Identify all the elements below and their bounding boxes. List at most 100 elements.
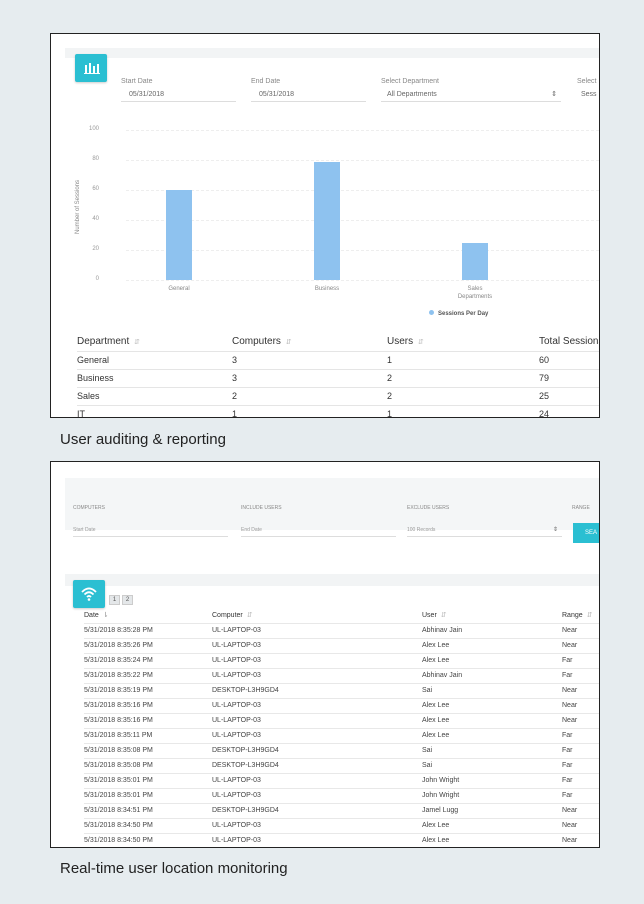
- cell-date: 5/31/2018 8:35:11 PM: [84, 727, 212, 743]
- cell-total-sessions: 25: [539, 386, 599, 405]
- page-1-button[interactable]: 1: [109, 595, 120, 605]
- cell-computer: UL-LAPTOP-03: [212, 772, 422, 788]
- extra-select[interactable]: Select Sess: [577, 78, 599, 98]
- table-row[interactable]: Sales 2 2 25: [77, 386, 599, 405]
- cell-range: Near: [562, 817, 599, 833]
- table-row[interactable]: 5/31/2018 8:35:22 PM UL-LAPTOP-03 Abhinav …: [84, 667, 599, 683]
- y-tick-label: 40: [92, 216, 99, 222]
- computers-filter-label: COMPUTERS: [73, 505, 105, 511]
- cell-computers: 3: [232, 350, 387, 369]
- cell-computer: UL-LAPTOP-03: [212, 817, 422, 833]
- extra-select-value: Sess: [581, 91, 597, 98]
- cell-computer: DESKTOP-L3H9GD4: [212, 682, 422, 698]
- cell-computer: UL-LAPTOP-03: [212, 697, 422, 713]
- table-row[interactable]: 5/31/2018 8:35:01 PM UL-LAPTOP-03 John Wri…: [84, 772, 599, 788]
- cell-date: 5/31/2018 8:35:01 PM: [84, 772, 212, 788]
- end-date-value: 05/31/2018: [251, 91, 366, 102]
- col-department-label: Department: [77, 336, 130, 348]
- include-users-label: INCLUDE USERS: [241, 505, 282, 511]
- table-row[interactable]: 5/31/2018 8:35:11 PM UL-LAPTOP-03 Alex Lee…: [84, 727, 599, 743]
- table-row[interactable]: 5/31/2018 8:35:16 PM UL-LAPTOP-03 Alex Lee…: [84, 697, 599, 713]
- col-computers-label: Computers: [232, 336, 281, 348]
- table-row[interactable]: IT 1 1 24: [77, 404, 599, 417]
- col-computers[interactable]: Computers ⇵: [232, 333, 387, 351]
- computers-filter[interactable]: COMPUTERS Start Date: [73, 505, 228, 537]
- page-2-button[interactable]: 2: [122, 595, 133, 605]
- x-tick-label: Business: [314, 286, 340, 292]
- gridline: [126, 160, 599, 161]
- table-row[interactable]: 5/31/2018 8:34:50 PM UL-LAPTOP-03 Alex Lee…: [84, 817, 599, 833]
- table-row[interactable]: 5/31/2018 8:34:51 PM DESKTOP-L3H9GD4 Jamel…: [84, 802, 599, 818]
- cell-range: Near: [562, 637, 599, 653]
- department-select-value: All Departments: [381, 91, 561, 102]
- reporting-panel: Start Date 05/31/2018 End Date 05/31/201…: [50, 33, 600, 418]
- col-users-label: Users: [387, 336, 414, 348]
- cell-total-sessions: 79: [539, 368, 599, 387]
- cell-total-sessions: 60: [539, 350, 599, 369]
- col-total-sessions[interactable]: Total Sessions: [539, 333, 600, 351]
- exclude-users-filter[interactable]: EXCLUDE USERS 100 Records ⇕: [407, 505, 562, 537]
- cell-range: Near: [562, 682, 599, 698]
- cell-user: Alex Lee: [422, 712, 562, 728]
- cell-range: Near: [562, 712, 599, 728]
- gridline: [126, 190, 599, 191]
- end-date-field[interactable]: End Date 05/31/2018: [251, 78, 366, 102]
- range-filter[interactable]: RANGE: [572, 505, 599, 511]
- extra-select-label: Select: [577, 78, 597, 85]
- bar-sales[interactable]: [462, 242, 488, 280]
- col-user[interactable]: User ⇵: [422, 608, 562, 623]
- col-date[interactable]: Date ⇂: [84, 608, 212, 623]
- include-users-value: End Date: [241, 527, 396, 537]
- table-row[interactable]: 5/31/2018 8:35:28 PM UL-LAPTOP-03 Abhinav …: [84, 622, 599, 638]
- cell-computer: UL-LAPTOP-03: [212, 622, 422, 638]
- cell-user: Alex Lee: [422, 637, 562, 653]
- chart-legend: Sessions Per Day: [429, 310, 488, 317]
- col-computer[interactable]: Computer ⇵: [212, 608, 422, 623]
- y-tick-label: 60: [92, 186, 99, 192]
- end-date-label: End Date: [251, 78, 281, 85]
- table-row[interactable]: 5/31/2018 8:34:50 PM UL-LAPTOP-03 Alex Lee…: [84, 832, 599, 847]
- col-users[interactable]: Users ⇵: [387, 333, 539, 351]
- cell-users: 2: [387, 368, 539, 387]
- table-row[interactable]: 5/31/2018 8:35:16 PM UL-LAPTOP-03 Alex Lee…: [84, 712, 599, 728]
- col-total-sessions-label: Total Sessions: [539, 336, 600, 348]
- cell-date: 5/31/2018 8:34:50 PM: [84, 817, 212, 833]
- sort-icon: ⇵: [246, 612, 253, 620]
- col-user-label: User: [422, 612, 437, 620]
- col-range[interactable]: Range ⇵: [562, 608, 599, 623]
- cell-computer: DESKTOP-L3H9GD4: [212, 742, 422, 758]
- cell-range: Far: [562, 727, 599, 743]
- bar-business[interactable]: [314, 161, 340, 280]
- cell-computer: DESKTOP-L3H9GD4: [212, 802, 422, 818]
- sort-desc-icon: ⇂: [102, 612, 109, 620]
- include-users-filter[interactable]: INCLUDE USERS End Date: [241, 505, 396, 537]
- cell-computer: UL-LAPTOP-03: [212, 832, 422, 847]
- cell-date: 5/31/2018 8:35:26 PM: [84, 637, 212, 653]
- table-row[interactable]: 5/31/2018 8:35:26 PM UL-LAPTOP-03 Alex Lee…: [84, 637, 599, 653]
- table-row[interactable]: 5/31/2018 8:35:08 PM DESKTOP-L3H9GD4 Sai Fa…: [84, 757, 599, 773]
- department-select[interactable]: Select Department All Departments ⇕: [381, 78, 561, 102]
- start-date-value: 05/31/2018: [121, 91, 236, 102]
- table-row[interactable]: 5/31/2018 8:35:24 PM UL-LAPTOP-03 Alex Lee…: [84, 652, 599, 668]
- bar-general[interactable]: [166, 190, 192, 280]
- cell-user: Sai: [422, 757, 562, 773]
- cell-date: 5/31/2018 8:35:08 PM: [84, 742, 212, 758]
- cell-user: Jamel Lugg: [422, 802, 562, 818]
- cell-user: Abhinav Jain: [422, 667, 562, 683]
- table-row[interactable]: 5/31/2018 8:35:01 PM UL-LAPTOP-03 John Wri…: [84, 787, 599, 803]
- table-row[interactable]: Business 3 2 79: [77, 368, 599, 387]
- legend-dot: [429, 310, 434, 315]
- start-date-field[interactable]: Start Date 05/31/2018: [121, 78, 236, 102]
- cell-date: 5/31/2018 8:35:24 PM: [84, 652, 212, 668]
- cell-range: Near: [562, 697, 599, 713]
- col-department[interactable]: Department ⇵: [77, 333, 232, 351]
- col-computer-label: Computer: [212, 612, 243, 620]
- sort-icon: ⇵: [586, 612, 593, 620]
- cell-department: General: [77, 350, 232, 369]
- table-row[interactable]: 5/31/2018 8:35:08 PM DESKTOP-L3H9GD4 Sai Fa…: [84, 742, 599, 758]
- table-row[interactable]: General 3 1 60: [77, 350, 599, 369]
- search-button[interactable]: SEA: [573, 523, 599, 543]
- y-tick-label: 20: [92, 246, 99, 252]
- table-row[interactable]: 5/31/2018 8:35:19 PM DESKTOP-L3H9GD4 Sai Ne…: [84, 682, 599, 698]
- cell-users: 1: [387, 350, 539, 369]
